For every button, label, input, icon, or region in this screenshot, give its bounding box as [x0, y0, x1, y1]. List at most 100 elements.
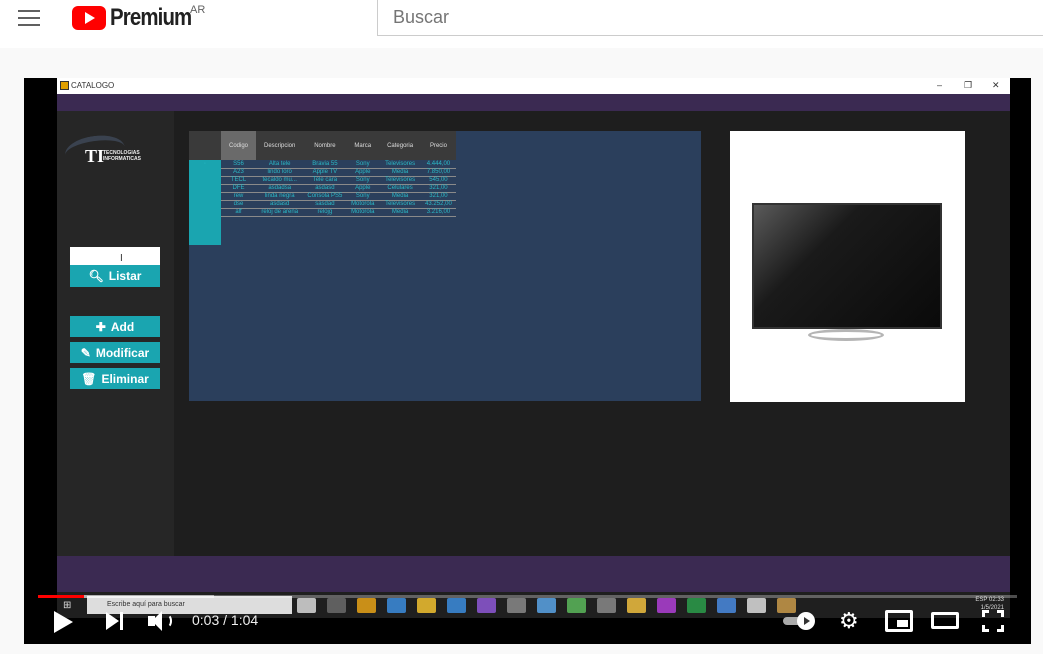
- miniplayer-icon[interactable]: [885, 610, 913, 632]
- close-icon: ✕: [992, 80, 1000, 90]
- youtube-play-logo-icon: [72, 6, 106, 30]
- column-header: Descripcion: [256, 131, 304, 160]
- row-selector: [189, 176, 221, 185]
- taskbar-app-icon: [447, 598, 466, 613]
- table-cell: 545,00: [421, 176, 456, 185]
- table-cell: lindo loro: [256, 168, 304, 177]
- articles-grid: Codigo Descripcion Nombre Marca Categori…: [189, 131, 701, 401]
- table-row: rew linda negra Consola PS5 Sony Media 3…: [189, 192, 456, 201]
- taskbar-app-icon: [777, 598, 796, 613]
- table-cell: DFE: [221, 184, 257, 193]
- menu-icon[interactable]: [18, 10, 40, 26]
- table-cell: Alta tele: [256, 160, 304, 169]
- country-code: AR: [190, 4, 206, 16]
- table-cell: sasdad: [303, 200, 347, 209]
- settings-gear-icon[interactable]: ⚙: [839, 610, 859, 632]
- table-cell: Sony: [346, 176, 380, 185]
- pencil-icon: ✎: [80, 345, 91, 360]
- tv-product-image: [752, 203, 942, 329]
- table-cell: Apple: [346, 184, 380, 193]
- search-input[interactable]: [378, 0, 1043, 35]
- add-button: ✚ Add: [70, 316, 160, 337]
- table-row: dse asdasd sasdad Motorola Televisores 4…: [189, 200, 456, 209]
- add-label: Add: [110, 319, 135, 334]
- table-cell: asdasd: [256, 200, 304, 209]
- table-cell: Apple TV: [303, 168, 347, 177]
- ti-logo: TI TECNOLOGIAS INFORMATICAS: [63, 131, 161, 174]
- video-player[interactable]: CATALOGO – ❐ ✕ TI TECNOLOGIAS INFORMATIC…: [24, 78, 1031, 644]
- text-cursor-icon: I: [120, 253, 123, 264]
- app-bottom-bar: [57, 556, 1010, 592]
- taskbar-app-icon: [657, 598, 676, 613]
- time-display: 0:03 / 1:04: [192, 612, 259, 628]
- table-cell: asdadsa: [256, 184, 304, 193]
- taskbar-app-icon: [297, 598, 316, 613]
- table-cell: Televisores: [379, 160, 422, 169]
- table-cell: reloj de arena: [256, 208, 304, 217]
- table-cell: Televisores: [379, 200, 422, 209]
- table-cell: TECL: [221, 176, 257, 185]
- taskbar-app-icon: [597, 598, 616, 613]
- table-row: A23 lindo loro Apple TV Apple Media 7.85…: [189, 168, 456, 177]
- table-row: alf reloj de arena relojg Motorola Media…: [189, 208, 456, 217]
- app-sidebar: TI TECNOLOGIAS INFORMATICAS I 🔍︎ Listar …: [57, 111, 174, 556]
- table-cell: 43.252,00: [421, 200, 456, 209]
- table-cell: Celulares: [379, 184, 422, 193]
- table-cell: Sony: [346, 192, 380, 201]
- tv-stand-image: [808, 329, 884, 341]
- table-header-row: Codigo Descripcion Nombre Marca Categori…: [189, 131, 456, 160]
- row-selector: [189, 184, 221, 193]
- row-selector: [189, 208, 221, 217]
- table-cell: 3.216,00: [421, 208, 456, 217]
- logo-text: Premium: [110, 4, 192, 31]
- listar-button: 🔍︎ Listar: [70, 265, 160, 287]
- table-cell: Media: [379, 192, 422, 201]
- youtube-premium-logo[interactable]: Premium AR: [72, 4, 206, 32]
- table-cell: Motorola: [346, 200, 380, 209]
- taskbar-app-icon: [507, 598, 526, 613]
- table-cell: Motorola: [346, 208, 380, 217]
- play-icon[interactable]: [54, 611, 73, 633]
- column-header: Marca: [346, 131, 380, 160]
- listar-label: Listar: [108, 269, 142, 283]
- minimize-icon: –: [937, 80, 943, 90]
- logo-main-text: TI: [85, 146, 105, 166]
- table-cell: dse: [221, 200, 257, 209]
- delete-button: 🗑︎ Eliminar: [70, 368, 160, 389]
- column-header: Precio: [421, 131, 456, 160]
- table-cell: Tele cara: [303, 176, 347, 185]
- youtube-header: Premium AR: [0, 0, 1043, 48]
- taskbar-app-icon: [387, 598, 406, 613]
- table-cell: Bravia 55: [303, 160, 347, 169]
- logo-subtext: TECNOLOGIAS INFORMATICAS: [103, 150, 141, 162]
- filter-input: [70, 247, 160, 265]
- taskbar-app-icon: [747, 598, 766, 613]
- app-window-title: CATALOGO: [71, 81, 115, 90]
- table-cell: tecaldo mu...: [256, 176, 304, 185]
- table-cell: S56: [221, 160, 257, 169]
- table-cell: 321,00: [421, 184, 456, 193]
- table-cell: 321,00: [421, 192, 456, 201]
- modify-button: ✎ Modificar: [70, 342, 160, 363]
- table-cell: Apple: [346, 168, 380, 177]
- table-cell: relojg: [303, 208, 347, 217]
- table-cell: Televisores: [379, 176, 422, 185]
- fullscreen-icon[interactable]: [982, 610, 1004, 632]
- table-cell: Media: [379, 168, 422, 177]
- search-box[interactable]: [377, 0, 1043, 36]
- maximize-icon: ❐: [964, 80, 973, 90]
- table-cell: alf: [221, 208, 257, 217]
- table-row: TECL tecaldo mu... Tele cara Sony Televi…: [189, 176, 456, 185]
- taskbar-app-icon: [627, 598, 646, 613]
- table-cell: linda negra: [256, 192, 304, 201]
- progress-bar[interactable]: [38, 595, 1017, 598]
- table-cell: Media: [379, 208, 422, 217]
- theater-mode-icon[interactable]: [931, 612, 959, 629]
- column-header: Nombre: [303, 131, 347, 160]
- row-selector: [189, 168, 221, 177]
- autoplay-toggle-icon[interactable]: [783, 612, 817, 630]
- logo-line-2: INFORMATICAS: [103, 156, 141, 162]
- taskbar-app-icon: [327, 598, 346, 613]
- table-row: ◦ S56 Alta tele Bravia 55 Sony Televisor…: [189, 160, 456, 169]
- app-top-bar: [57, 94, 1010, 111]
